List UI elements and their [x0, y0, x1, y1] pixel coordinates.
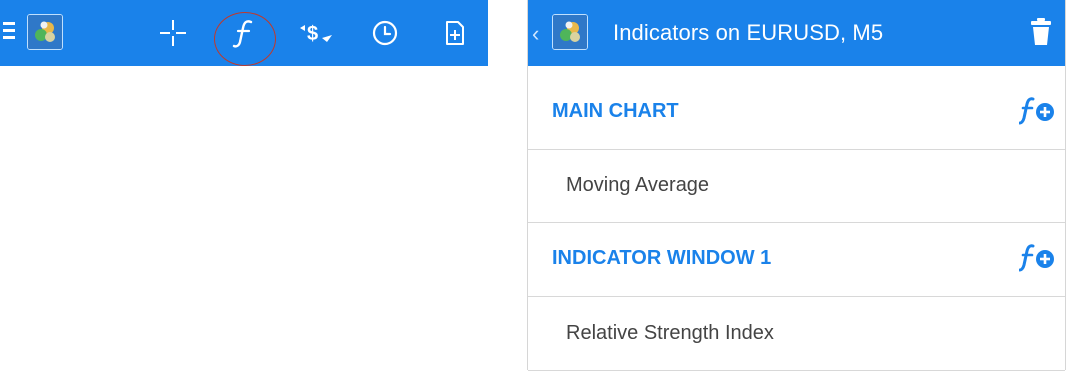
- indicator-label: Moving Average: [566, 174, 710, 196]
- indicators-panel: ‹ Indicators on EURUSD, M5 MAIN CHART Mo…: [527, 0, 1066, 371]
- app-logo[interactable]: [552, 14, 588, 50]
- panel-title: Indicators on EURUSD, M5: [613, 20, 884, 45]
- list-item[interactable]: Relative Strength Index: [528, 296, 1065, 371]
- section-title: INDICATOR WINDOW 1: [552, 247, 772, 269]
- svg-text:$: $: [307, 23, 318, 45]
- currency-icon[interactable]: $: [296, 14, 336, 52]
- add-indicator-icon[interactable]: [1018, 240, 1055, 279]
- panel-header: ‹ Indicators on EURUSD, M5: [528, 0, 1065, 66]
- add-indicator-icon[interactable]: [1018, 93, 1055, 132]
- section-main-chart: MAIN CHART: [528, 75, 1065, 150]
- section-indicator-window-1: INDICATOR WINDOW 1: [528, 222, 1065, 297]
- section-title: MAIN CHART: [552, 100, 679, 122]
- clock-icon[interactable]: [370, 14, 400, 52]
- crosshair-icon[interactable]: [158, 14, 188, 52]
- indicator-label: Relative Strength Index: [566, 322, 774, 344]
- new-document-icon[interactable]: [442, 14, 468, 52]
- menu-icon[interactable]: [3, 22, 15, 43]
- app-logo[interactable]: [27, 14, 63, 50]
- list-item[interactable]: Moving Average: [528, 148, 1065, 223]
- highlight-circle: [214, 12, 276, 66]
- chart-toolbar: $: [0, 0, 488, 66]
- trash-icon[interactable]: [1029, 17, 1053, 52]
- back-chevron-icon[interactable]: ‹: [532, 23, 539, 45]
